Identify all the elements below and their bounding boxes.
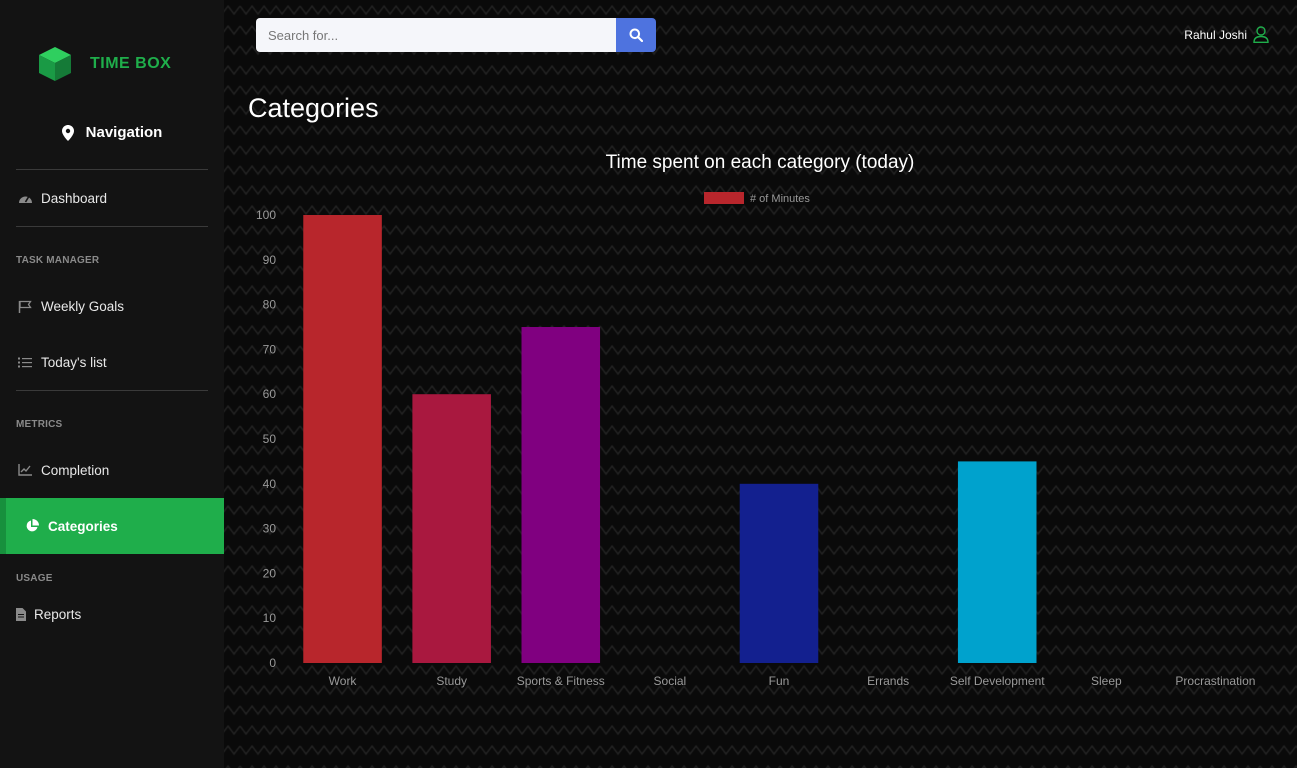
x-tick-label: Study bbox=[436, 674, 467, 688]
cube-icon bbox=[38, 46, 72, 82]
navigation-label: Navigation bbox=[85, 124, 163, 141]
legend-swatch bbox=[704, 192, 744, 204]
list-icon bbox=[17, 357, 33, 368]
x-tick-label: Work bbox=[329, 674, 358, 688]
x-tick-label: Procrastination bbox=[1175, 674, 1255, 688]
x-tick-label: Sports & Fitness bbox=[517, 674, 605, 688]
section-label-usage: USAGE bbox=[16, 573, 53, 584]
bar-study[interactable] bbox=[412, 394, 491, 663]
bars-group bbox=[303, 215, 1037, 663]
divider bbox=[16, 169, 208, 170]
bar-fun[interactable] bbox=[739, 483, 819, 663]
map-pin-icon bbox=[61, 124, 74, 141]
divider bbox=[16, 390, 208, 391]
search-icon bbox=[629, 28, 643, 42]
y-tick-label: 10 bbox=[263, 611, 277, 625]
sidebar-item-weekly-goals[interactable]: Weekly Goals bbox=[0, 286, 224, 326]
sidebar-item-dashboard[interactable]: Dashboard bbox=[0, 178, 224, 218]
sidebar: TIME BOX Navigation Dashboard TASK MANAG… bbox=[0, 0, 224, 768]
flag-icon bbox=[17, 300, 33, 313]
section-label-task-manager: TASK MANAGER bbox=[16, 255, 100, 266]
sidebar-item-label: Weekly Goals bbox=[41, 298, 125, 314]
user-icon bbox=[1253, 26, 1269, 43]
bar-work[interactable] bbox=[303, 215, 382, 663]
divider bbox=[16, 226, 208, 227]
bar-self-development[interactable] bbox=[957, 461, 1037, 663]
y-tick-label: 90 bbox=[263, 253, 277, 267]
page-title: Categories bbox=[248, 93, 379, 123]
x-tick-label: Errands bbox=[867, 674, 909, 688]
file-icon bbox=[16, 607, 26, 621]
sidebar-item-label: Completion bbox=[41, 462, 110, 478]
y-tick-label: 100 bbox=[256, 208, 276, 222]
bar-chart: Time spent on each category (today) # of… bbox=[256, 152, 1256, 688]
search-input[interactable] bbox=[256, 18, 616, 52]
x-tick-label: Self Development bbox=[950, 674, 1045, 688]
bar-sports-fitness[interactable] bbox=[521, 327, 601, 663]
y-tick-label: 70 bbox=[263, 342, 277, 356]
dashboard-icon bbox=[17, 192, 33, 204]
x-tick-label: Social bbox=[654, 674, 687, 688]
chart-title: Time spent on each category (today) bbox=[606, 152, 915, 173]
pie-chart-icon bbox=[24, 519, 40, 533]
x-tick-label: Sleep bbox=[1091, 674, 1122, 688]
navigation-header: Navigation bbox=[0, 124, 224, 141]
sidebar-item-reports[interactable]: Reports bbox=[0, 594, 224, 634]
brand-logo[interactable]: TIME BOX bbox=[38, 46, 171, 82]
search-button[interactable] bbox=[616, 18, 656, 52]
sidebar-item-categories[interactable]: Categories bbox=[0, 498, 224, 554]
y-tick-label: 0 bbox=[269, 656, 276, 670]
y-tick-label: 20 bbox=[263, 566, 277, 580]
search-bar bbox=[256, 18, 656, 52]
sidebar-item-label: Today's list bbox=[41, 354, 107, 370]
brand-name: TIME BOX bbox=[90, 55, 172, 72]
sidebar-item-label: Categories bbox=[48, 518, 118, 534]
sidebar-item-todays-list[interactable]: Today's list bbox=[0, 342, 224, 382]
x-tick-label: Fun bbox=[769, 674, 790, 688]
line-chart-icon bbox=[17, 464, 33, 476]
sidebar-item-label: Reports bbox=[34, 606, 82, 622]
y-tick-label: 60 bbox=[263, 387, 277, 401]
sidebar-item-label: Dashboard bbox=[41, 190, 108, 206]
y-tick-label: 50 bbox=[263, 432, 277, 446]
y-tick-label: 80 bbox=[263, 298, 277, 312]
user-name: Rahul Joshi bbox=[1184, 27, 1247, 42]
y-tick-label: 40 bbox=[263, 477, 277, 491]
user-menu[interactable]: Rahul Joshi bbox=[1184, 26, 1269, 43]
section-label-metrics: METRICS bbox=[16, 419, 63, 430]
y-axis: 0 10 20 30 40 50 60 70 80 90 100 bbox=[256, 208, 276, 670]
x-axis: Work Study Sports & Fitness Social Fun Errand… bbox=[329, 674, 1256, 688]
legend-label: # of Minutes bbox=[750, 193, 810, 205]
sidebar-item-completion[interactable]: Completion bbox=[0, 450, 224, 490]
chart-legend[interactable]: # of Minutes bbox=[704, 192, 810, 205]
y-tick-label: 30 bbox=[263, 522, 277, 536]
